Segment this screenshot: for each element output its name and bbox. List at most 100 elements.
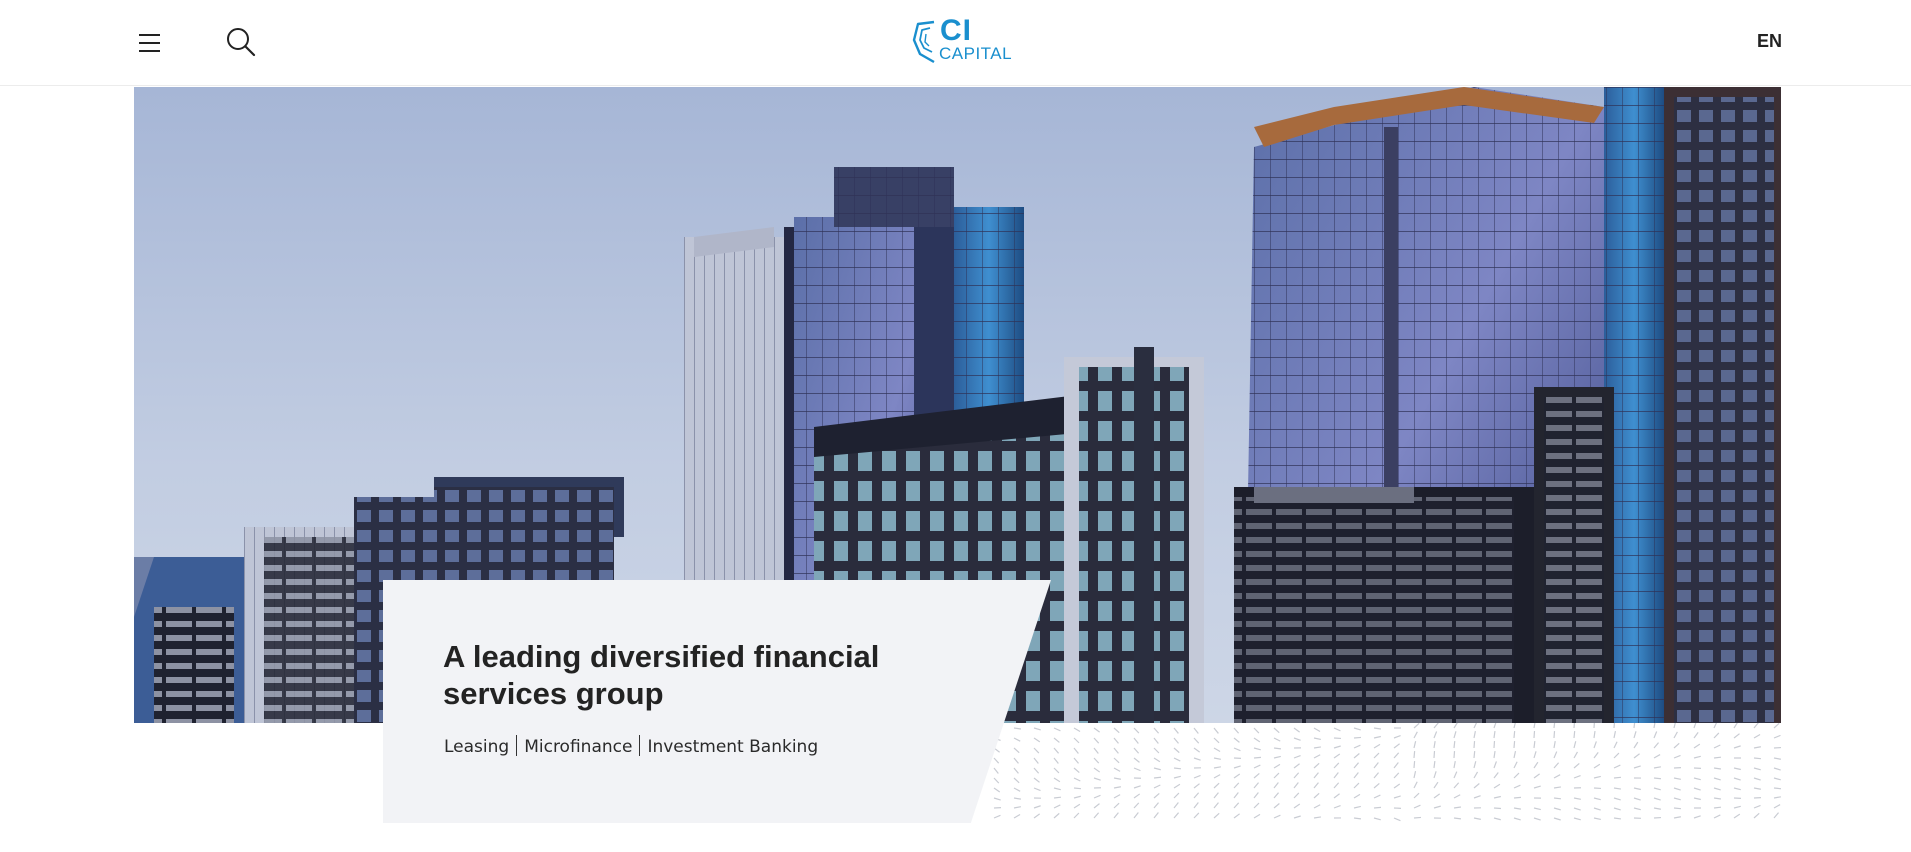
- pattern-dash: [1413, 731, 1418, 739]
- pattern-dash: [1573, 762, 1580, 769]
- pattern-dash: [1353, 805, 1361, 809]
- pattern-dash: [1613, 741, 1618, 749]
- pattern-dash: [1753, 746, 1761, 749]
- pattern-dash: [1033, 813, 1041, 819]
- pattern-dash: [1133, 785, 1141, 789]
- pattern-dash: [1753, 767, 1761, 771]
- pattern-dash: [1633, 797, 1641, 801]
- pattern-dash: [1433, 740, 1436, 749]
- pattern-dash: [1753, 733, 1761, 739]
- pattern-dash: [1333, 793, 1340, 799]
- pattern-dash: [1253, 747, 1261, 751]
- pattern-dash: [1613, 731, 1617, 739]
- site-header: CI CAPITAL EN: [0, 0, 1911, 86]
- pattern-dash: [1473, 740, 1476, 749]
- pattern-dash: [1333, 727, 1341, 732]
- pattern-dash: [1553, 741, 1556, 749]
- pattern-dash: [1473, 783, 1480, 789]
- pattern-dash: [1153, 784, 1161, 789]
- pattern-dash: [1253, 737, 1261, 743]
- pattern-dash: [1053, 737, 1060, 743]
- pattern-dash: [1013, 747, 1020, 754]
- pattern-dash: [1293, 754, 1301, 759]
- pattern-dash: [1433, 723, 1439, 729]
- pattern-dash: [1433, 805, 1441, 809]
- pattern-dash: [1193, 747, 1201, 753]
- pattern-dash: [1333, 762, 1340, 769]
- pattern-dash: [1633, 753, 1640, 759]
- pattern-dash: [1473, 761, 1477, 769]
- pattern-dash: [1193, 802, 1199, 809]
- pattern-dash: [1433, 793, 1441, 799]
- pattern-dash: [1493, 750, 1496, 759]
- pattern-dash: [1333, 772, 1339, 779]
- pattern-dash: [1713, 723, 1718, 729]
- pattern-dash: [1233, 802, 1240, 809]
- pattern-dash: [1453, 740, 1456, 749]
- pattern-dash: [1653, 807, 1661, 810]
- pattern-dash: [1273, 737, 1281, 742]
- pattern-dash: [1473, 750, 1476, 759]
- pattern-dash: [1573, 797, 1581, 800]
- search-icon: [227, 28, 256, 57]
- pattern-dash: [1353, 744, 1361, 749]
- pattern-dash: [1733, 767, 1741, 771]
- pattern-dash: [1373, 752, 1380, 759]
- pattern-dash: [1233, 782, 1240, 789]
- pattern-dash: [1753, 812, 1760, 819]
- pattern-dash: [1713, 787, 1721, 791]
- menu-button[interactable]: [134, 27, 166, 59]
- pattern-dash: [1453, 806, 1462, 809]
- pattern-dash: [1313, 804, 1321, 809]
- pattern-dash: [1553, 762, 1560, 769]
- pattern-dash: [1093, 747, 1099, 754]
- pattern-dash: [1573, 751, 1578, 759]
- pattern-dash: [1273, 814, 1281, 819]
- pattern-dash: [1233, 813, 1240, 819]
- pattern-dash: [1233, 747, 1241, 752]
- pattern-dash: [1133, 812, 1139, 819]
- language-switcher[interactable]: EN: [1757, 31, 1782, 52]
- pattern-dash: [1493, 723, 1497, 729]
- pattern-dash: [1193, 727, 1199, 734]
- pattern-dash: [1413, 750, 1416, 759]
- pattern-dash: [1653, 777, 1662, 780]
- pattern-dash: [1033, 727, 1041, 731]
- pattern-dash: [1553, 774, 1561, 779]
- search-button[interactable]: [224, 25, 258, 59]
- pattern-dash: [1353, 753, 1360, 759]
- pattern-dash: [1693, 755, 1701, 759]
- pattern-dash: [1273, 747, 1282, 750]
- pattern-dash: [1473, 795, 1481, 799]
- pattern-dash: [1633, 741, 1639, 749]
- pattern-dash: [1433, 731, 1438, 739]
- pattern-dash: [1173, 775, 1181, 779]
- pattern-dash: [1633, 723, 1636, 729]
- pattern-dash: [1573, 817, 1581, 821]
- pattern-dash: [1353, 782, 1360, 789]
- pattern-dash: [1393, 783, 1401, 789]
- pattern-dash: [1513, 740, 1516, 749]
- pattern-dash: [1293, 737, 1301, 741]
- pattern-dash: [1093, 767, 1101, 773]
- pattern-dash: [1153, 727, 1160, 734]
- pattern-dash: [1613, 787, 1622, 790]
- pattern-dash: [1773, 767, 1781, 771]
- pattern-dash: [1453, 750, 1456, 759]
- pattern-dash: [1713, 767, 1722, 770]
- pattern-dash: [1133, 727, 1140, 734]
- pattern-dash: [1153, 802, 1159, 809]
- pattern-dash: [1413, 792, 1420, 799]
- company-logo[interactable]: CI CAPITAL: [912, 16, 1024, 66]
- pattern-dash: [1053, 757, 1059, 764]
- pattern-dash: [1673, 816, 1681, 819]
- pattern-dash: [1613, 807, 1621, 811]
- pattern-dash: [1053, 747, 1060, 754]
- pattern-dash: [1373, 743, 1381, 749]
- pattern-dash: [1213, 774, 1221, 779]
- pattern-dash: [1453, 782, 1460, 789]
- pattern-dash: [1293, 792, 1300, 799]
- pattern-dash: [993, 757, 1000, 764]
- pattern-dash: [1593, 730, 1596, 739]
- pattern-dash: [1313, 816, 1322, 819]
